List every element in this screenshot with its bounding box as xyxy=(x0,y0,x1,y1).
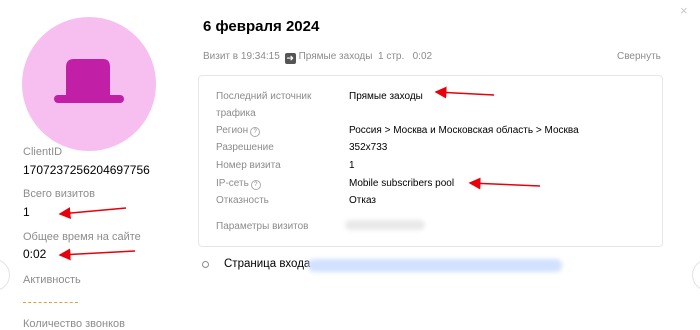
last-source-value: Прямые заходы xyxy=(349,91,423,102)
last-source-label-cont: трафика xyxy=(216,108,256,119)
help-icon[interactable]: ? xyxy=(250,127,261,137)
direct-traffic-icon: ➜ xyxy=(284,53,296,64)
visit-params-value-redacted xyxy=(345,220,425,230)
bounce-label: Отказность xyxy=(216,195,269,206)
collapse-button[interactable]: Свернуть xyxy=(617,51,661,62)
resolution-value: 352x733 xyxy=(349,142,388,153)
total-time-label: Общее время на сайте xyxy=(23,231,141,243)
client-id-label: ClientID xyxy=(23,146,63,158)
ip-network-label: IP-сеть? xyxy=(216,177,261,190)
visit-number-value: 1 xyxy=(349,160,355,171)
hat-icon xyxy=(54,59,124,103)
total-visits-label: Всего визитов xyxy=(23,188,95,200)
prev-visit-button[interactable] xyxy=(0,259,10,291)
visit-number-label: Номер визита xyxy=(216,160,281,171)
visit-time: Визит в 19:34:15 xyxy=(203,51,280,62)
ip-network-value: Mobile subscribers pool xyxy=(349,178,455,189)
resolution-label: Разрешение xyxy=(216,142,274,153)
visit-summary: Визит в 19:34:15 ➜ Прямые заходы 1 стр. 0… xyxy=(203,51,432,64)
total-time-value: 0:02 xyxy=(23,247,47,261)
avatar xyxy=(22,17,156,151)
next-visit-button[interactable] xyxy=(692,259,700,291)
activity-label: Активность xyxy=(23,274,81,286)
client-id-value: 1707237256204697756 xyxy=(23,163,150,177)
visit-pages: 1 стр. xyxy=(378,51,405,62)
bounce-value: Отказ xyxy=(349,195,376,206)
annotation-arrow xyxy=(58,248,136,261)
visit-date-title: 6 февраля 2024 xyxy=(203,18,320,35)
region-value: Россия > Москва и Московская область > М… xyxy=(349,125,579,136)
region-label: Регион? xyxy=(216,124,261,137)
bullet-icon xyxy=(202,261,209,268)
visit-source: Прямые заходы xyxy=(298,51,373,62)
close-icon[interactable]: × xyxy=(680,3,688,18)
visit-params-label: Параметры визитов xyxy=(216,221,309,232)
total-visits-value: 1 xyxy=(23,205,30,219)
annotation-arrow xyxy=(58,207,127,220)
help-icon[interactable]: ? xyxy=(250,180,261,190)
visit-duration: 0:02 xyxy=(412,51,433,62)
last-source-label: Последний источник xyxy=(216,91,312,102)
entry-page-link-redacted[interactable] xyxy=(308,259,562,272)
activity-indicator xyxy=(23,302,78,303)
calls-count-label: Количество звонков xyxy=(23,318,125,330)
entry-page-label: Страница входа xyxy=(224,258,311,270)
